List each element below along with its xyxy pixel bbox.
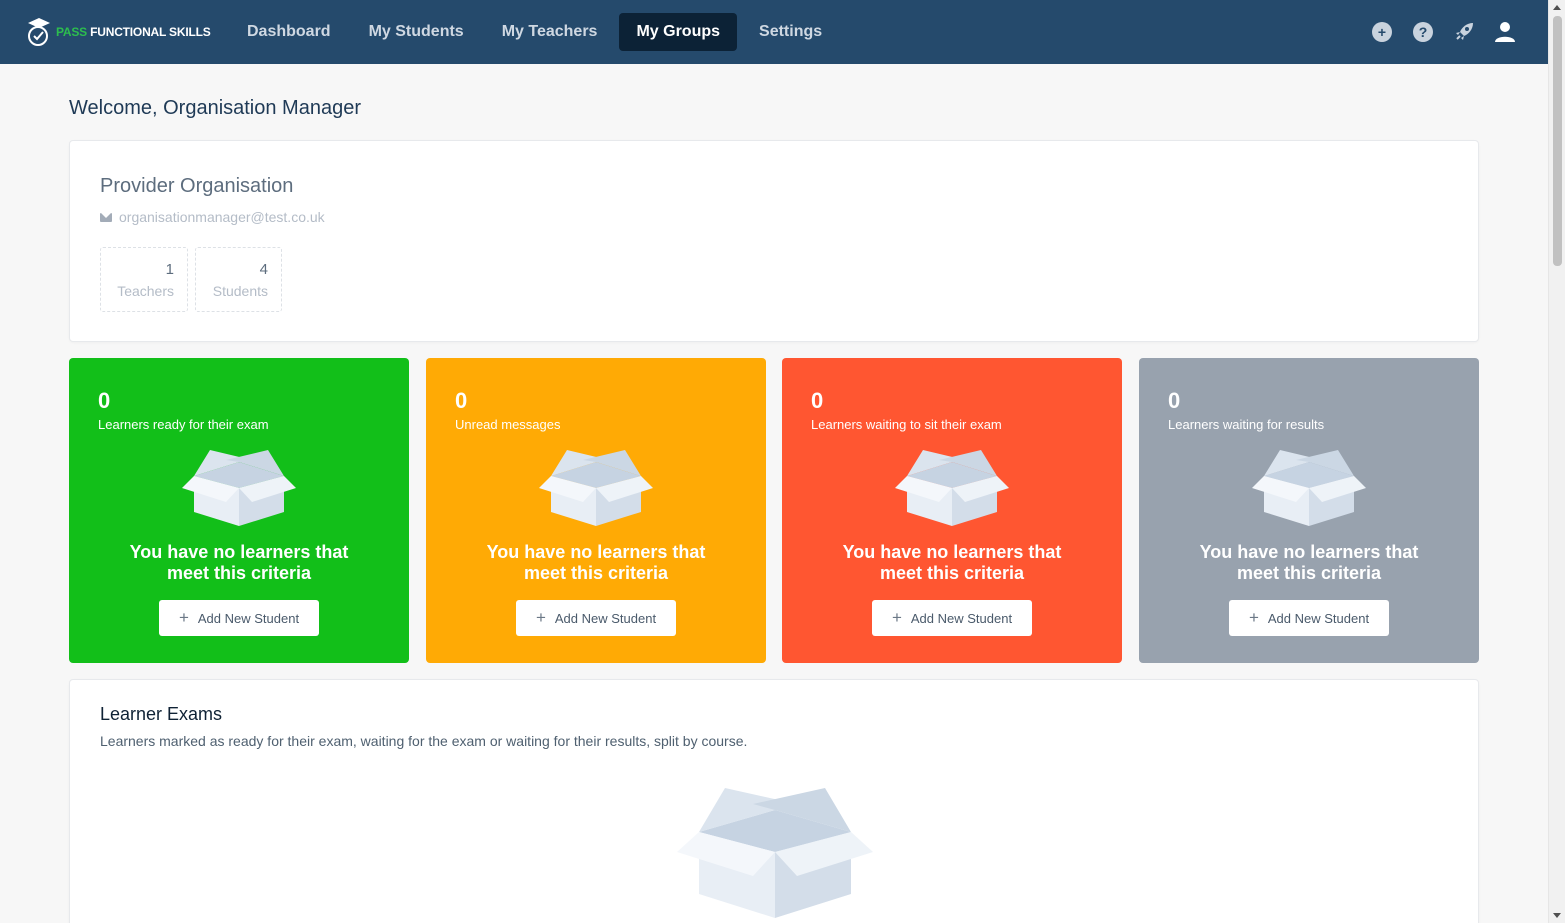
tile-count: 0 xyxy=(811,388,824,413)
teachers-label: Teachers xyxy=(117,283,174,299)
organisation-card: Provider Organisation organisationmanage… xyxy=(69,140,1479,342)
top-navbar: PASS FUNCTIONAL SKILLS Dashboard My Stud… xyxy=(0,0,1548,64)
nav-my-teachers[interactable]: My Teachers xyxy=(483,13,617,51)
button-label: Add New Student xyxy=(197,610,300,626)
tile-count: 0 xyxy=(98,388,111,413)
add-new-student-button[interactable]: + Add New Student xyxy=(159,600,319,636)
empty-box-icon xyxy=(539,450,653,526)
plus-icon: + xyxy=(1248,608,1259,627)
user-icon[interactable] xyxy=(1494,21,1516,43)
add-new-student-button[interactable]: + Add New Student xyxy=(1229,600,1389,636)
nav-my-groups[interactable]: My Groups xyxy=(619,13,738,51)
scroll-down-arrow-icon[interactable] xyxy=(1553,913,1561,918)
students-stat[interactable]: 4 Students xyxy=(195,247,282,312)
tile-label: Unread messages xyxy=(455,417,561,432)
add-new-student-button[interactable]: + Add New Student xyxy=(516,600,676,636)
brand-pass: PASS xyxy=(56,25,87,39)
students-label: Students xyxy=(212,283,268,299)
teachers-count: 1 xyxy=(165,261,174,278)
brand-functional-skills: FUNCTIONAL SKILLS xyxy=(90,25,211,39)
button-label: Add New Student xyxy=(554,610,657,626)
brand-logo[interactable]: PASS FUNCTIONAL SKILLS xyxy=(26,16,226,48)
button-label: Add New Student xyxy=(910,610,1013,626)
scroll-thumb[interactable] xyxy=(1553,16,1562,266)
tile-message-line1: You have no learners that xyxy=(486,542,706,562)
nav-my-students[interactable]: My Students xyxy=(350,13,483,51)
tile-unread-messages: 0 Unread messages You have no learners t… xyxy=(426,358,766,663)
organisation-name: Provider Organisation xyxy=(100,175,294,197)
tile-message-line2: meet this criteria xyxy=(523,563,669,583)
empty-box-icon xyxy=(677,788,873,918)
help-icon[interactable]: ? xyxy=(1412,21,1434,43)
tile-waiting-for-results: 0 Learners waiting for results You have … xyxy=(1139,358,1479,663)
organisation-email[interactable]: organisationmanager@test.co.uk xyxy=(100,209,325,225)
tile-ready-for-exam: 0 Learners ready for their exam You have… xyxy=(69,358,409,663)
tile-label: Learners waiting to sit their exam xyxy=(811,417,1002,432)
scroll-up-arrow-icon[interactable] xyxy=(1553,5,1561,10)
learner-exams-subtitle: Learners marked as ready for their exam,… xyxy=(100,733,748,749)
tile-message-line2: meet this criteria xyxy=(1236,563,1382,583)
plus-icon: + xyxy=(178,608,189,627)
tile-waiting-to-sit-exam: 0 Learners waiting to sit their exam You… xyxy=(782,358,1122,663)
organisation-email-text: organisationmanager@test.co.uk xyxy=(119,209,325,225)
tile-label: Learners ready for their exam xyxy=(98,417,269,432)
students-count: 4 xyxy=(259,261,268,278)
graduation-check-icon xyxy=(28,18,50,46)
teachers-stat[interactable]: 1 Teachers xyxy=(100,247,188,312)
button-label: Add New Student xyxy=(1267,610,1370,626)
tile-label: Learners waiting for results xyxy=(1168,417,1325,432)
nav-actions: + ? xyxy=(1352,0,1516,64)
nav-dashboard[interactable]: Dashboard xyxy=(228,13,350,51)
nav-settings[interactable]: Settings xyxy=(740,13,841,51)
page-scrollbar[interactable] xyxy=(1548,0,1565,923)
add-new-student-button[interactable]: + Add New Student xyxy=(872,600,1032,636)
tile-message-line1: You have no learners that xyxy=(129,542,349,562)
empty-box-icon xyxy=(1252,450,1366,526)
tile-count: 0 xyxy=(455,388,468,413)
envelope-icon xyxy=(100,212,112,222)
empty-box-icon xyxy=(895,450,1009,526)
plus-icon: + xyxy=(891,608,902,627)
plus-icon: + xyxy=(535,608,546,627)
learner-exams-title: Learner Exams xyxy=(100,704,223,724)
learner-exams-card: Learner Exams Learners marked as ready f… xyxy=(69,679,1479,923)
tile-message-line2: meet this criteria xyxy=(879,563,1025,583)
tile-message-line1: You have no learners that xyxy=(842,542,1062,562)
add-icon[interactable]: + xyxy=(1371,21,1393,43)
tile-message-line2: meet this criteria xyxy=(166,563,312,583)
empty-box-icon xyxy=(182,450,296,526)
tile-message-line1: You have no learners that xyxy=(1199,542,1419,562)
page-title: Welcome, Organisation Manager xyxy=(69,97,361,119)
rocket-icon[interactable] xyxy=(1453,21,1475,43)
tile-count: 0 xyxy=(1168,388,1181,413)
main-nav: Dashboard My Students My Teachers My Gro… xyxy=(228,13,841,51)
